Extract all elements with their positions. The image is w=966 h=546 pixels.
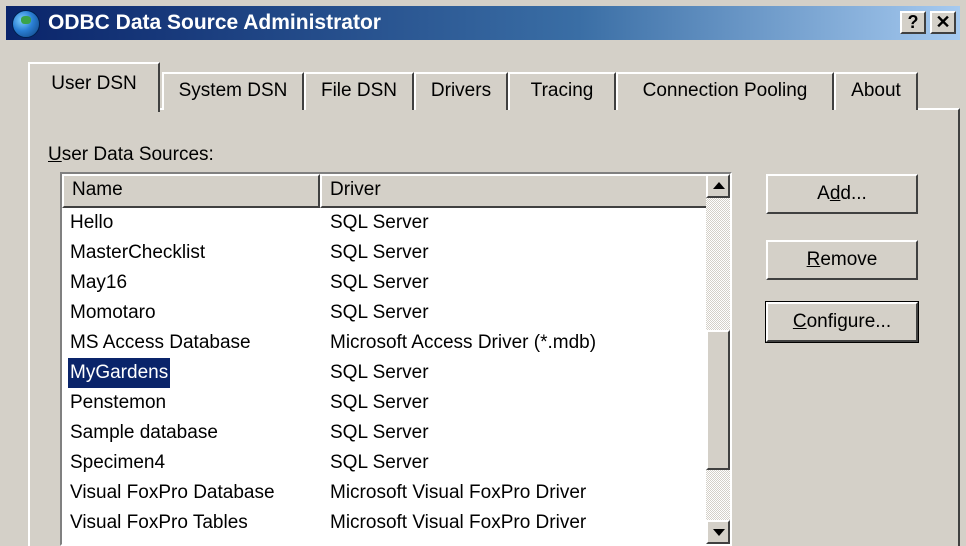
dsn-name: Penstemon: [70, 392, 167, 413]
help-button[interactable]: ?: [900, 11, 926, 34]
dsn-driver: SQL Server: [330, 362, 429, 383]
tab-connection-pooling[interactable]: Connection Pooling: [616, 72, 834, 110]
title-bar[interactable]: ODBC Data Source Administrator ? ✕: [6, 6, 960, 40]
list-item[interactable]: Sample database SQL Server: [62, 418, 710, 448]
tab-system-dsn[interactable]: System DSN: [162, 72, 304, 110]
tab-drivers[interactable]: Drivers: [414, 72, 508, 110]
dsn-driver: SQL Server: [330, 392, 429, 413]
tab-about[interactable]: About: [834, 72, 918, 110]
dsn-name: MyGardens: [66, 357, 172, 389]
remove-label: Remove: [806, 249, 878, 270]
window-title: ODBC Data Source Administrator: [48, 11, 381, 34]
close-button[interactable]: ✕: [930, 11, 956, 34]
remove-button[interactable]: Remove: [766, 240, 918, 280]
add-label: Add...: [817, 183, 867, 204]
dsn-name: MasterChecklist: [70, 242, 206, 263]
scroll-down-button[interactable]: [706, 520, 730, 544]
scroll-up-button[interactable]: [706, 174, 730, 198]
list-item[interactable]: Visual FoxPro Database Microsoft Visual F…: [62, 478, 710, 508]
list-item[interactable]: Specimen4 SQL Server: [62, 448, 710, 478]
dsn-driver: Microsoft Visual FoxPro Driver: [330, 512, 587, 533]
column-header-name[interactable]: Name: [62, 174, 320, 208]
dsn-driver: SQL Server: [330, 212, 429, 233]
list-item[interactable]: MasterChecklist SQL Server: [62, 238, 710, 268]
dsn-name: Momotaro: [70, 302, 156, 323]
tab-file-dsn[interactable]: File DSN: [304, 72, 414, 110]
mnemonic-u: U: [48, 144, 62, 165]
arrow-up-icon: [713, 182, 725, 189]
dsn-name: MS Access Database: [70, 332, 251, 353]
dsn-driver: SQL Server: [330, 452, 429, 473]
dsn-name: Sample database: [70, 422, 218, 443]
list-header: Name Driver: [62, 174, 710, 208]
list-item[interactable]: Penstemon SQL Server: [62, 388, 710, 418]
tab-user-dsn[interactable]: User DSN: [28, 62, 160, 112]
tab-tracing[interactable]: Tracing: [508, 72, 616, 110]
odbc-globe-icon: [12, 10, 40, 38]
list-item[interactable]: Visual FoxPro Tables Microsoft Visual Fox…: [62, 508, 710, 538]
vertical-scrollbar[interactable]: [706, 174, 730, 544]
list-rows: Hello SQL Server MasterChecklist SQL Serve…: [62, 208, 710, 538]
list-item[interactable]: May16 SQL Server: [62, 268, 710, 298]
dsn-name: Visual FoxPro Tables: [70, 512, 248, 533]
scrollbar-thumb[interactable]: [706, 330, 730, 470]
list-item[interactable]: MS Access Database Microsoft Access Drive…: [62, 328, 710, 358]
list-item-selected[interactable]: MyGardens SQL Server: [62, 357, 710, 389]
column-header-driver[interactable]: Driver: [320, 174, 710, 208]
dsn-name: Visual FoxPro Database: [70, 482, 275, 503]
dsn-driver: SQL Server: [330, 302, 429, 323]
dsn-name: May16: [70, 272, 128, 293]
arrow-down-icon: [713, 529, 725, 536]
dsn-name: Specimen4: [70, 452, 166, 473]
list-item[interactable]: Hello SQL Server: [62, 208, 710, 238]
user-data-sources-list[interactable]: Name Driver Hello SQL Server MasterCheckl…: [60, 172, 732, 546]
odbc-dialog-window: ODBC Data Source Administrator ? ✕ User …: [0, 0, 966, 546]
dsn-name: Hello: [70, 212, 114, 233]
add-button[interactable]: Add...: [766, 174, 918, 214]
list-item[interactable]: Momotaro SQL Server: [62, 298, 710, 328]
dsn-driver: SQL Server: [330, 242, 429, 263]
configure-label: Configure...: [792, 311, 892, 332]
dsn-driver: SQL Server: [330, 422, 429, 443]
configure-button[interactable]: Configure...: [765, 301, 919, 343]
dsn-driver: SQL Server: [330, 272, 429, 293]
label-rest: ser Data Sources:: [61, 144, 214, 165]
dsn-driver: Microsoft Access Driver (*.mdb): [330, 332, 597, 353]
user-data-sources-label: User Data Sources:: [48, 144, 214, 166]
dsn-driver: Microsoft Visual FoxPro Driver: [330, 482, 587, 503]
